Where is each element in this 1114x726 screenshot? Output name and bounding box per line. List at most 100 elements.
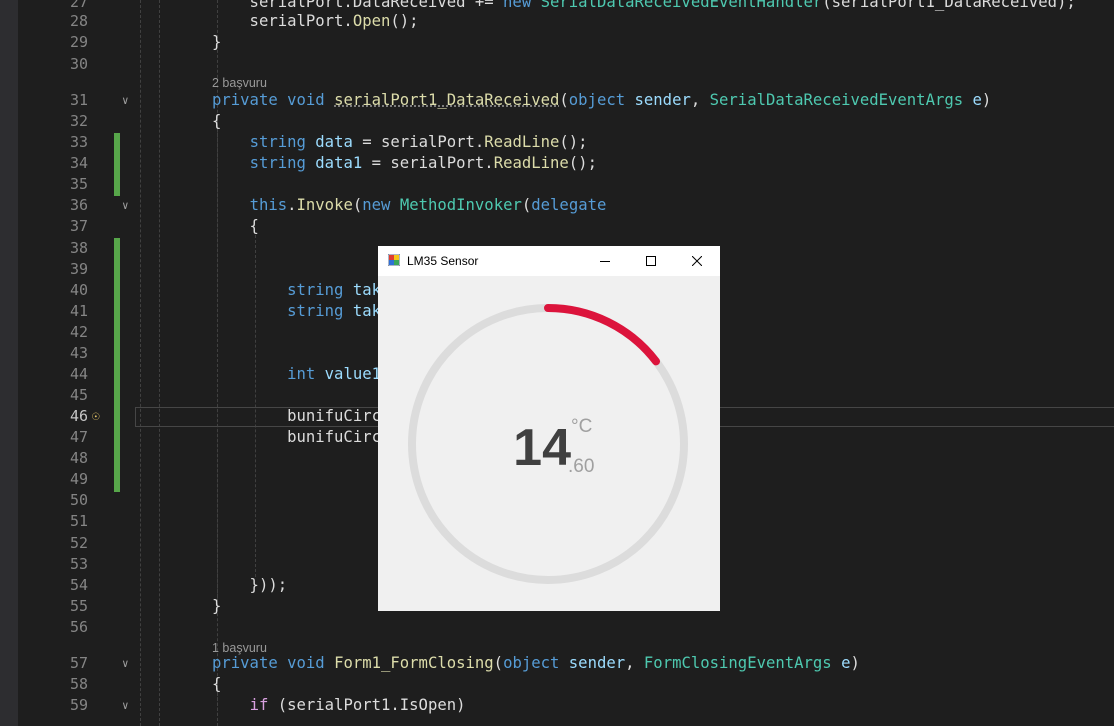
code-text[interactable]: bunifuCirc <box>212 427 381 448</box>
code-text[interactable]: if (serialPort1.IsOpen) <box>212 695 466 716</box>
code-token: string <box>249 133 306 151</box>
code-line[interactable]: 37 { <box>18 216 1114 237</box>
code-text[interactable]: } <box>212 596 221 617</box>
fold-chevron-icon[interactable]: ∨ <box>122 653 129 674</box>
code-text[interactable]: private void serialPort1_DataReceived(ob… <box>212 90 991 111</box>
circular-progress-gauge: 14 °C .60 <box>408 304 688 584</box>
code-line[interactable]: 34 string data1 = serialPort.ReadLine(); <box>18 153 1114 174</box>
code-token: (); <box>390 12 419 30</box>
code-token: tak <box>352 302 382 320</box>
code-token: = serialPort. <box>352 133 485 151</box>
lm35-sensor-window[interactable]: LM35 Sensor 14 °C .60 <box>378 246 720 611</box>
code-token: ) <box>850 654 860 672</box>
code-token: new <box>362 196 391 214</box>
lightbulb-icon[interactable]: ☉ <box>92 408 100 425</box>
line-number: 45 <box>69 386 88 404</box>
code-text[interactable]: string tak <box>212 301 381 322</box>
code-token: void <box>287 91 325 109</box>
code-token: FormClosingEventArgs <box>643 654 832 672</box>
code-text[interactable]: this.Invoke(new MethodInvoker(delegate <box>212 195 607 216</box>
code-token: SerialDataReceivedEventArgs <box>709 91 964 109</box>
code-token: , <box>625 654 644 672</box>
code-token: MethodInvoker <box>399 196 522 214</box>
code-text[interactable]: string data1 = serialPort.ReadLine(); <box>212 153 597 174</box>
code-token: (serialPort1.IsOpen) <box>268 696 466 714</box>
code-text[interactable]: { <box>212 674 221 695</box>
code-line[interactable]: 29} <box>18 32 1114 53</box>
code-token: ( <box>352 196 363 214</box>
line-number: 34 <box>69 154 88 172</box>
line-number: 42 <box>69 323 88 341</box>
left-margin-strip <box>0 0 18 726</box>
maximize-button[interactable] <box>628 246 674 276</box>
line-number: 56 <box>69 618 88 636</box>
code-token: ( <box>559 91 569 109</box>
code-line[interactable]: 36 ∨ this.Invoke(new MethodInvoker(delega… <box>18 195 1114 216</box>
line-number: 44 <box>69 365 88 383</box>
minimize-button[interactable] <box>582 246 628 276</box>
code-line[interactable]: 33 string data = serialPort.ReadLine(); <box>18 132 1114 153</box>
code-line[interactable]: 30 <box>18 54 1114 75</box>
code-token: tak <box>352 281 382 299</box>
code-line[interactable]: 59 ∨ if (serialPort1.IsOpen) <box>18 695 1114 716</box>
code-text[interactable]: { <box>212 111 221 132</box>
line-number: 35 <box>69 175 88 193</box>
code-line[interactable]: 35 <box>18 174 1114 195</box>
close-button[interactable] <box>674 246 720 276</box>
code-token: })); <box>212 576 288 594</box>
line-number: 47 <box>69 428 88 446</box>
code-text[interactable]: int value1 <box>212 364 381 385</box>
fold-chevron-icon[interactable]: ∨ <box>122 90 129 111</box>
code-line[interactable]: 57 ∨ private void Form1_FormClosing(object… <box>18 653 1114 674</box>
code-token: object <box>503 654 560 672</box>
code-token: string <box>249 154 306 172</box>
line-number: 28 <box>69 12 88 30</box>
code-token: = serialPort. <box>362 154 494 172</box>
code-text[interactable]: })); <box>212 575 288 596</box>
code-text[interactable]: string data = serialPort.ReadLine(); <box>212 132 588 153</box>
code-token: , <box>690 91 710 109</box>
line-number: 32 <box>69 112 88 130</box>
code-text[interactable]: bunifuCirc <box>212 406 381 427</box>
code-line[interactable]: 56 <box>18 617 1114 638</box>
close-icon <box>692 256 702 266</box>
code-token: Open <box>352 12 391 30</box>
code-text[interactable]: string tak <box>212 280 381 301</box>
code-token: void <box>287 654 325 672</box>
code-token: (serialPort1_DataReceived); <box>822 0 1076 11</box>
code-token: { <box>212 675 222 693</box>
fold-chevron-icon[interactable]: ∨ <box>122 195 129 216</box>
line-number: 59 <box>69 696 88 714</box>
code-text[interactable]: } <box>212 32 221 53</box>
code-line[interactable]: 31 ∨ private void serialPort1_DataReceived… <box>18 90 1114 111</box>
code-token: bunifuCirc <box>212 428 381 446</box>
line-number: 38 <box>69 239 88 257</box>
line-number: 53 <box>69 555 88 573</box>
code-token: sender <box>568 654 626 672</box>
fold-chevron-icon[interactable]: ∨ <box>122 695 129 716</box>
window-titlebar[interactable]: LM35 Sensor <box>378 246 720 276</box>
reference-count-hint[interactable]: 2 başvuru <box>212 75 267 91</box>
code-text[interactable]: { <box>212 216 259 237</box>
code-line[interactable]: 58 { <box>18 674 1114 695</box>
code-token: delegate <box>531 196 607 214</box>
code-token: data <box>315 133 353 151</box>
line-number: 40 <box>69 281 88 299</box>
code-line[interactable]: 28 serialPort.Open(); <box>18 11 1114 32</box>
code-line[interactable]: 32 { <box>18 111 1114 132</box>
code-text[interactable]: private void Form1_FormClosing(object se… <box>212 653 860 674</box>
code-token: private <box>212 654 278 672</box>
code-token: private <box>212 91 278 109</box>
code-token: this <box>249 196 288 214</box>
code-text[interactable]: serialPort.Open(); <box>212 11 419 32</box>
line-number: 39 <box>69 260 88 278</box>
line-number: 33 <box>69 133 88 151</box>
